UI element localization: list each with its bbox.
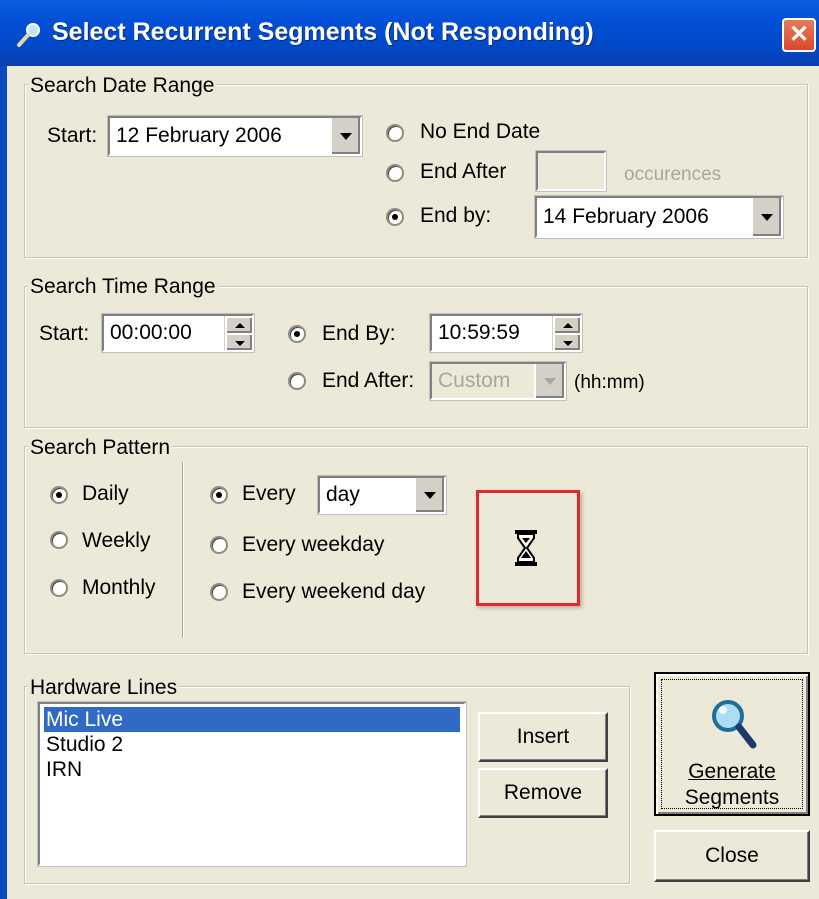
spin-down-icon[interactable] (225, 333, 252, 350)
pattern-divider (182, 462, 183, 638)
monthly-label: Monthly (82, 576, 156, 599)
list-item[interactable]: Studio 2 (44, 732, 460, 757)
every-unit-dropdown[interactable]: day (317, 475, 447, 515)
date-start-dropdown[interactable]: 12 February 2006 (107, 115, 363, 157)
close-window-button[interactable]: ✕ (782, 18, 816, 52)
list-item[interactable]: IRN (44, 757, 460, 782)
insert-button[interactable]: Insert (478, 712, 608, 762)
chevron-down-icon[interactable] (330, 118, 360, 154)
chevron-down-icon[interactable] (751, 198, 781, 236)
date-end-by-value: 14 February 2006 (543, 205, 709, 228)
every-weekend-radio[interactable] (210, 583, 228, 601)
daily-label: Daily (82, 482, 129, 505)
every-unit-value: day (326, 483, 360, 506)
date-range-legend: Search Date Range (28, 74, 217, 98)
hhmm-label: (hh:mm) (574, 372, 645, 393)
end-by-date-radio[interactable] (386, 208, 404, 226)
date-end-by-dropdown[interactable]: 14 February 2006 (534, 195, 784, 239)
spinner-buttons[interactable] (552, 316, 580, 350)
end-by-date-label: End by: (420, 204, 492, 227)
time-range-group (24, 286, 808, 428)
generate-segments-button[interactable]: Generate Segments (654, 672, 810, 816)
every-label: Every (242, 482, 296, 505)
hardware-legend: Hardware Lines (28, 676, 180, 700)
time-end-after-dropdown[interactable]: Custom (429, 361, 567, 401)
hardware-listbox[interactable]: Mic Live Studio 2 IRN (37, 701, 467, 867)
time-start-label: Start: (39, 322, 90, 345)
no-end-date-label: No End Date (420, 120, 541, 143)
spin-up-icon[interactable] (553, 316, 580, 333)
generate-label-line1: Generate (688, 760, 776, 783)
time-end-after-value: Custom (438, 369, 511, 392)
time-end-after-label: End After: (322, 369, 415, 392)
window-title: Select Recurrent Segments (Not Respondin… (52, 18, 594, 46)
occurences-label: occurences (624, 164, 722, 185)
magnifier-icon (708, 696, 758, 750)
date-start-value: 12 February 2006 (116, 124, 282, 147)
window-frame (0, 66, 7, 899)
spin-up-icon[interactable] (225, 316, 252, 333)
chevron-down-icon[interactable] (534, 364, 564, 398)
date-start-label: Start: (47, 124, 98, 147)
hourglass-icon (513, 529, 539, 567)
daily-radio[interactable] (50, 486, 68, 504)
list-item[interactable]: Mic Live (44, 707, 460, 732)
every-weekday-label: Every weekday (242, 533, 385, 556)
time-end-by-radio[interactable] (288, 325, 306, 343)
time-end-by-label: End By: (322, 322, 396, 345)
end-after-label: End After (420, 160, 507, 183)
monthly-radio[interactable] (50, 579, 68, 597)
end-after-radio[interactable] (386, 164, 404, 182)
generate-label-line2: Segments (684, 786, 780, 809)
weekly-radio[interactable] (50, 531, 68, 549)
chevron-down-icon[interactable] (414, 478, 444, 512)
remove-button[interactable]: Remove (478, 768, 608, 818)
spin-down-icon[interactable] (553, 333, 580, 350)
pattern-legend: Search Pattern (28, 436, 173, 460)
no-end-date-radio[interactable] (386, 124, 404, 142)
weekly-label: Weekly (82, 529, 151, 552)
every-radio[interactable] (210, 486, 228, 504)
close-button[interactable]: Close (654, 830, 810, 882)
time-range-legend: Search Time Range (28, 275, 218, 299)
magnifier-icon (14, 20, 44, 50)
occurrences-input[interactable] (535, 150, 607, 192)
time-end-by-spinner[interactable]: 10:59:59 (429, 313, 583, 353)
spinner-buttons[interactable] (224, 316, 252, 350)
time-start-spinner[interactable]: 00:00:00 (101, 313, 255, 353)
every-weekday-radio[interactable] (210, 536, 228, 554)
time-end-after-radio[interactable] (288, 372, 306, 390)
every-weekend-label: Every weekend day (242, 580, 426, 603)
time-end-by-value: 10:59:59 (438, 321, 520, 344)
time-start-value: 00:00:00 (110, 321, 192, 344)
